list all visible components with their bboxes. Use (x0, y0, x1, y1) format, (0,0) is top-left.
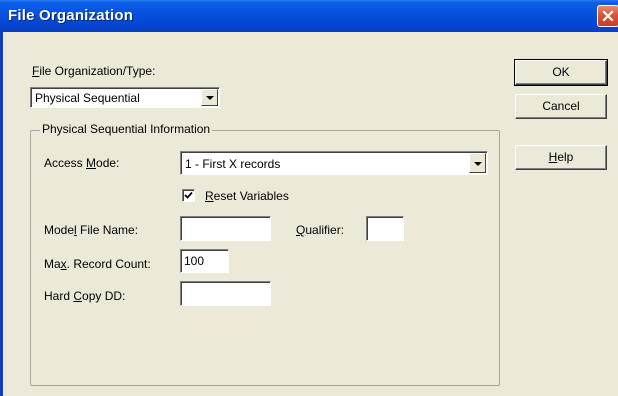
chevron-down-icon (206, 96, 214, 100)
file-organization-dialog: File Organization File Organization/Type… (0, 0, 618, 396)
hard-copy-dd-label: Hard Copy DD: (44, 289, 126, 303)
access-mode-dropdown-button[interactable] (469, 153, 486, 173)
max-record-count-field[interactable] (181, 250, 228, 272)
max-record-count-input[interactable] (180, 249, 229, 273)
access-mode-label: Access Mode: (44, 156, 120, 170)
title-bar[interactable]: File Organization (0, 0, 618, 32)
model-file-name-field[interactable] (181, 217, 270, 240)
help-button[interactable]: Help (515, 145, 607, 170)
qualifier-field[interactable] (367, 217, 403, 240)
file-org-type-value: Physical Sequential (35, 91, 140, 105)
model-file-name-label: Model File Name: (44, 223, 139, 237)
chevron-down-icon (474, 162, 482, 166)
file-org-type-dropdown-button[interactable] (201, 89, 218, 106)
hard-copy-dd-field[interactable] (181, 282, 270, 305)
model-file-name-input[interactable] (180, 216, 271, 241)
hard-copy-dd-input[interactable] (180, 281, 271, 306)
file-org-type-label-text: ile Organization/Type: (39, 64, 156, 78)
window-title: File Organization (8, 7, 134, 24)
access-mode-value: 1 - First X records (185, 157, 281, 171)
access-mode-select[interactable]: 1 - First X records (180, 151, 488, 175)
reset-variables-label[interactable]: Reset Variables (205, 189, 289, 203)
ok-button[interactable]: OK (514, 59, 608, 86)
checkmark-icon (184, 191, 193, 199)
close-button[interactable] (597, 5, 618, 27)
group-title: Physical Sequential Information (40, 122, 213, 136)
qualifier-input[interactable] (366, 216, 404, 241)
file-org-type-select[interactable]: Physical Sequential (30, 87, 220, 108)
close-icon (602, 10, 614, 22)
reset-variables-checkbox[interactable] (182, 189, 195, 202)
file-org-type-label: File Organization/Type: (32, 64, 156, 78)
cancel-button[interactable]: Cancel (515, 94, 607, 119)
max-record-count-label: Max. Record Count: (44, 257, 151, 271)
window-border (0, 32, 3, 396)
qualifier-label: Qualifier: (296, 223, 345, 237)
